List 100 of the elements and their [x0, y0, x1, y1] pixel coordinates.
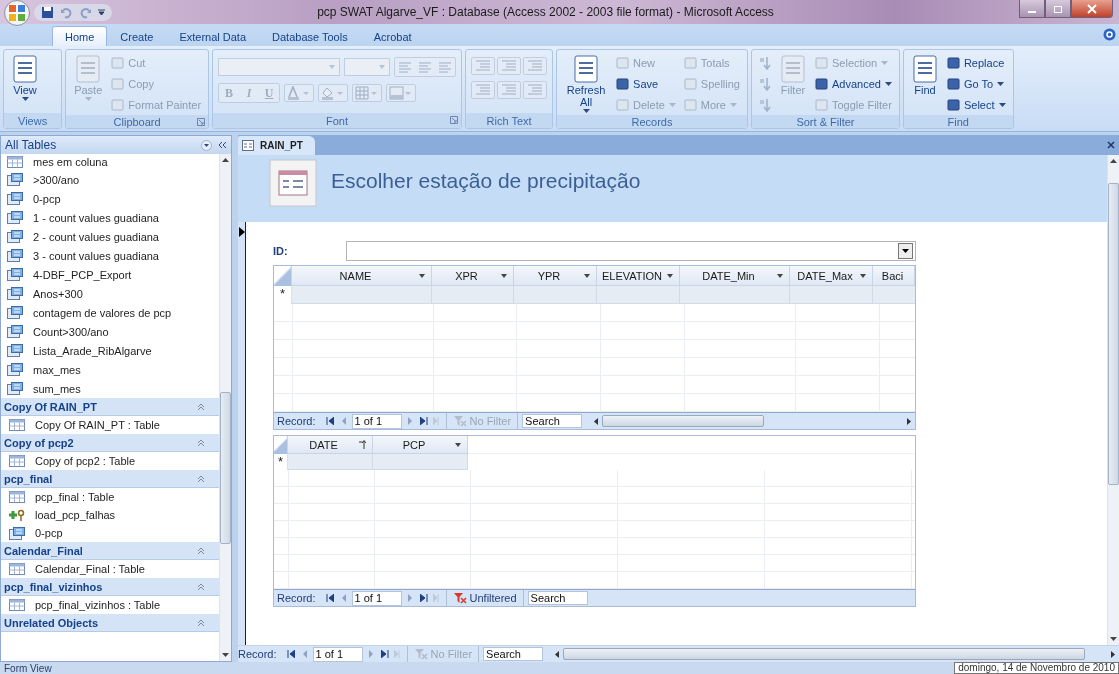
table-icon [9, 563, 25, 575]
first-record-button[interactable] [323, 414, 336, 428]
navigation-item[interactable]: 3 - count values guadiana [1, 246, 219, 265]
arrow-right-icon[interactable] [907, 417, 911, 425]
office-button[interactable] [4, 0, 30, 26]
navigation-item[interactable]: sum_mes [1, 379, 219, 398]
filter-status-button[interactable]: Unfiltered [445, 589, 524, 607]
ribbon-button[interactable]: Refresh All [562, 53, 611, 115]
vertical-scrollbar[interactable] [1107, 155, 1119, 645]
arrow-up-icon[interactable] [1110, 159, 1117, 163]
column-header[interactable]: DATE_Min [680, 266, 790, 286]
ribbon-button[interactable]: Select [944, 95, 1008, 115]
navigation-item[interactable]: Anos+300 [1, 284, 219, 303]
select-all-corner[interactable] [274, 266, 292, 286]
vertical-scrollbar[interactable] [219, 154, 231, 661]
column-header[interactable]: DATE_Max [790, 266, 873, 286]
collapse-icon[interactable] [218, 141, 227, 149]
ribbon-tab[interactable]: Home [52, 26, 108, 46]
group-header[interactable]: pcp_final [1, 470, 219, 488]
sort-arrow-icon [759, 98, 771, 112]
record-position-field[interactable]: 1 of 1 [312, 646, 363, 662]
navigation-item[interactable]: 4-DBF_PCP_Export [1, 265, 219, 284]
navigation-item[interactable]: Copy of pcp2 : Table [1, 452, 219, 470]
select-all-corner[interactable] [274, 436, 288, 454]
arrow-down-icon[interactable] [1110, 637, 1117, 641]
column-header[interactable]: PCP [373, 436, 468, 454]
ribbon-tab[interactable]: Create [107, 26, 167, 46]
column-header[interactable]: XPR [432, 266, 514, 286]
column-header[interactable]: Baci [873, 266, 915, 286]
first-record-button[interactable] [284, 647, 297, 661]
last-record-button[interactable] [417, 591, 430, 605]
navigation-item[interactable]: load_pcp_falhas [1, 506, 219, 524]
ribbon-button[interactable]: Go To [944, 74, 1008, 94]
ribbon-button[interactable]: Replace [944, 53, 1008, 73]
navigation-item[interactable]: Calendar_Final : Table [1, 560, 219, 578]
search-field[interactable]: Search [522, 414, 583, 428]
navigation-item[interactable]: >300/ano [1, 170, 219, 189]
ribbon-tab[interactable]: External Data [166, 26, 260, 46]
form-icon [269, 159, 317, 207]
search-field[interactable]: Search [483, 647, 544, 661]
navigation-item[interactable]: Count>300/ano [1, 322, 219, 341]
id-combo-box[interactable] [346, 241, 916, 261]
query-icon [7, 325, 23, 338]
arrow-left-icon[interactable] [594, 417, 599, 425]
ribbon-tab[interactable]: Acrobat [360, 26, 425, 46]
ribbon-button[interactable]: Find [908, 53, 941, 98]
document-tab[interactable]: RAIN_PT [238, 136, 315, 155]
ribbon-button[interactable]: Advanced [813, 74, 894, 94]
record-position-field[interactable]: 1 of 1 [351, 413, 402, 429]
record-position-field[interactable]: 1 of 1 [351, 590, 402, 606]
ribbon-button[interactable]: Save [614, 74, 678, 94]
group-label: Clipboard [113, 115, 161, 128]
form-icon [242, 140, 254, 151]
navigation-item[interactable]: max_mes [1, 360, 219, 379]
document-icon [573, 55, 600, 83]
column-header[interactable]: YPR [514, 266, 597, 286]
navigation-item[interactable]: pcp_final_vizinhos : Table [1, 596, 219, 614]
group-header[interactable]: pcp_final_vizinhos [1, 578, 219, 596]
customize-button[interactable] [97, 8, 106, 16]
navigation-item[interactable]: Lista_Arade_RibAlgarve [1, 341, 219, 360]
column-header[interactable]: NAME [292, 266, 432, 286]
navigation-item[interactable]: contagem de valores de pcp [1, 303, 219, 322]
arrow-right-icon[interactable] [1111, 650, 1115, 658]
navigation-item[interactable]: pcp_final : Table [1, 488, 219, 506]
group-label: Font [326, 114, 349, 127]
column-header[interactable]: DATE [288, 436, 373, 454]
help-icon[interactable] [1103, 28, 1116, 41]
macro-icon [9, 508, 25, 522]
arrow-down-icon[interactable] [222, 653, 229, 657]
arrow-left-icon[interactable] [555, 650, 560, 658]
last-record-button[interactable] [417, 414, 430, 428]
close-button[interactable] [1071, 0, 1113, 18]
new-record-row[interactable]: * [274, 286, 915, 304]
record-selector[interactable] [238, 222, 246, 645]
search-field[interactable]: Search [527, 591, 588, 605]
sort-ascending-icon [359, 440, 366, 449]
group-header[interactable]: Copy of pcp2 [1, 434, 219, 452]
save-button[interactable] [40, 4, 55, 20]
group-header[interactable]: Unrelated Objects [1, 614, 219, 632]
navigation-item[interactable]: 2 - count values guadiana [1, 227, 219, 246]
navigation-item[interactable]: 0-pcp [1, 524, 219, 542]
close-icon[interactable] [1107, 141, 1115, 149]
navigation-item[interactable]: 0-pcp [1, 189, 219, 208]
minimize-button[interactable] [1019, 0, 1045, 18]
navigation-item[interactable]: Copy Of RAIN_PT : Table [1, 416, 219, 434]
arrow-up-icon[interactable] [222, 158, 229, 162]
group-header[interactable]: Calendar_Final [1, 542, 219, 560]
dropdown-icon[interactable] [201, 139, 212, 151]
dialog-launcher-icon[interactable] [197, 118, 206, 126]
ribbon-tab[interactable]: Database Tools [259, 26, 361, 46]
navigation-item[interactable]: mes em coluna [1, 154, 219, 170]
last-record-button[interactable] [378, 647, 391, 661]
column-header[interactable]: ELEVATION [597, 266, 680, 286]
maximize-button[interactable] [1045, 0, 1071, 18]
navigation-item[interactable]: 1 - count values guadiana [1, 208, 219, 227]
first-record-button[interactable] [323, 591, 336, 605]
new-record-row[interactable]: * [274, 454, 915, 470]
group-header[interactable]: Copy Of RAIN_PT [1, 398, 219, 416]
ribbon-button[interactable]: View [9, 53, 41, 103]
align-icon [398, 61, 413, 73]
